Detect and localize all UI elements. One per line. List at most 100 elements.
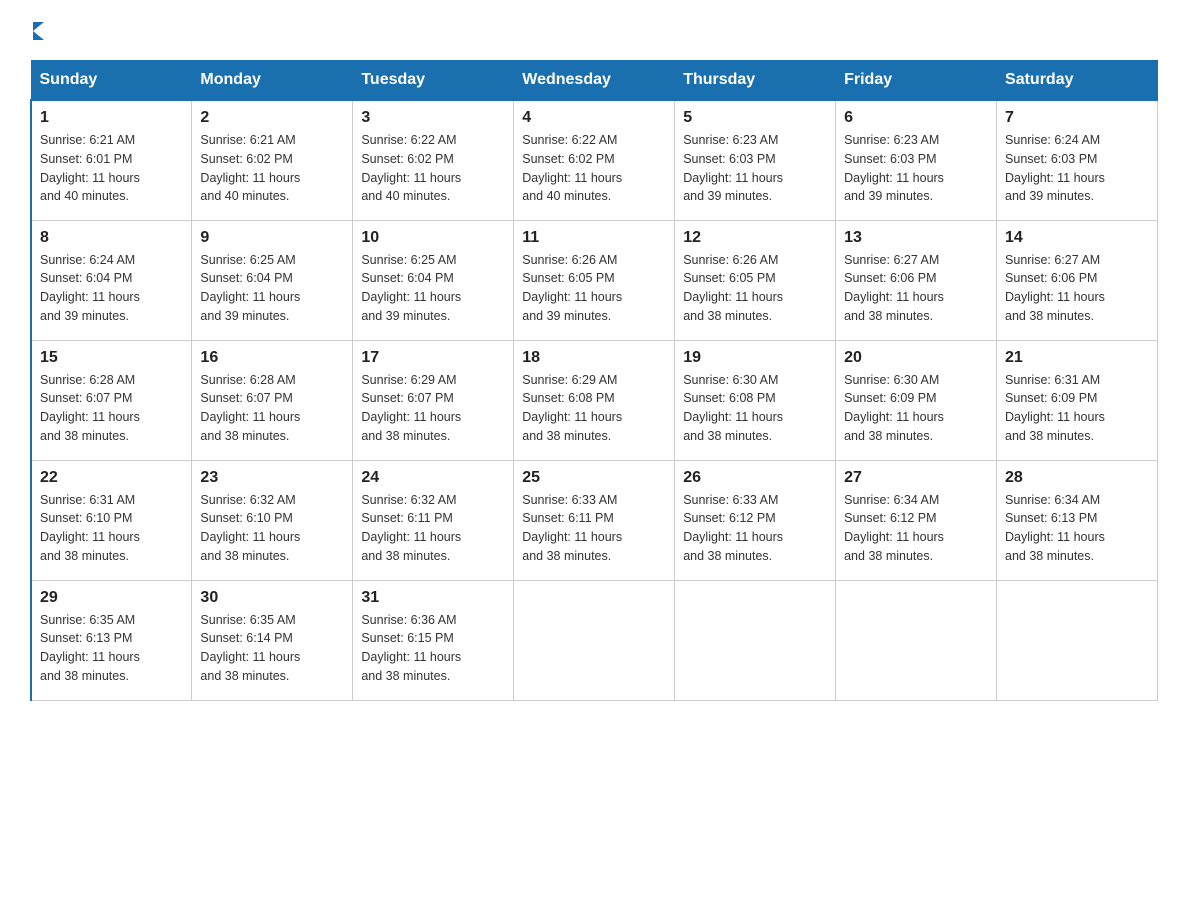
column-header-friday: Friday [836, 61, 997, 101]
day-number: 18 [522, 349, 666, 367]
day-info: Sunrise: 6:35 AMSunset: 6:14 PMDaylight:… [200, 611, 344, 686]
day-info: Sunrise: 6:28 AMSunset: 6:07 PMDaylight:… [40, 371, 183, 446]
day-info: Sunrise: 6:25 AMSunset: 6:04 PMDaylight:… [361, 251, 505, 326]
calendar-day-cell: 21 Sunrise: 6:31 AMSunset: 6:09 PMDayligh… [997, 340, 1158, 460]
day-number: 8 [40, 229, 183, 247]
calendar-day-cell: 30 Sunrise: 6:35 AMSunset: 6:14 PMDayligh… [192, 580, 353, 700]
day-info: Sunrise: 6:25 AMSunset: 6:04 PMDaylight:… [200, 251, 344, 326]
day-number: 19 [683, 349, 827, 367]
day-number: 10 [361, 229, 505, 247]
day-number: 23 [200, 469, 344, 487]
day-info: Sunrise: 6:23 AMSunset: 6:03 PMDaylight:… [844, 131, 988, 206]
day-number: 9 [200, 229, 344, 247]
day-number: 22 [40, 469, 183, 487]
day-info: Sunrise: 6:26 AMSunset: 6:05 PMDaylight:… [522, 251, 666, 326]
day-number: 21 [1005, 349, 1149, 367]
calendar-day-cell: 24 Sunrise: 6:32 AMSunset: 6:11 PMDayligh… [353, 460, 514, 580]
calendar-day-cell: 8 Sunrise: 6:24 AMSunset: 6:04 PMDaylight… [31, 220, 192, 340]
day-number: 5 [683, 109, 827, 127]
day-info: Sunrise: 6:33 AMSunset: 6:12 PMDaylight:… [683, 491, 827, 566]
day-number: 20 [844, 349, 988, 367]
calendar-header-row: SundayMondayTuesdayWednesdayThursdayFrid… [31, 61, 1158, 101]
calendar-day-cell: 6 Sunrise: 6:23 AMSunset: 6:03 PMDaylight… [836, 100, 997, 220]
day-info: Sunrise: 6:21 AMSunset: 6:01 PMDaylight:… [40, 131, 183, 206]
day-info: Sunrise: 6:32 AMSunset: 6:10 PMDaylight:… [200, 491, 344, 566]
day-number: 17 [361, 349, 505, 367]
calendar-week-row: 29Sunrise: 6:35 AMSunset: 6:13 PMDayligh… [31, 580, 1158, 700]
day-number: 30 [200, 589, 344, 607]
day-number: 6 [844, 109, 988, 127]
day-number: 25 [522, 469, 666, 487]
column-header-tuesday: Tuesday [353, 61, 514, 101]
day-number: 14 [1005, 229, 1149, 247]
day-info: Sunrise: 6:21 AMSunset: 6:02 PMDaylight:… [200, 131, 344, 206]
day-info: Sunrise: 6:31 AMSunset: 6:09 PMDaylight:… [1005, 371, 1149, 446]
day-info: Sunrise: 6:22 AMSunset: 6:02 PMDaylight:… [361, 131, 505, 206]
page-header [30, 20, 1158, 40]
calendar-week-row: 22 Sunrise: 6:31 AMSunset: 6:10 PMDayligh… [31, 460, 1158, 580]
calendar-table: SundayMondayTuesdayWednesdayThursdayFrid… [30, 60, 1158, 701]
calendar-day-cell: 1Sunrise: 6:21 AMSunset: 6:01 PMDaylight… [31, 100, 192, 220]
empty-day-cell [836, 580, 997, 700]
day-info: Sunrise: 6:28 AMSunset: 6:07 PMDaylight:… [200, 371, 344, 446]
day-info: Sunrise: 6:24 AMSunset: 6:03 PMDaylight:… [1005, 131, 1149, 206]
calendar-day-cell: 17 Sunrise: 6:29 AMSunset: 6:07 PMDayligh… [353, 340, 514, 460]
day-info: Sunrise: 6:27 AMSunset: 6:06 PMDaylight:… [844, 251, 988, 326]
day-number: 4 [522, 109, 666, 127]
day-number: 26 [683, 469, 827, 487]
column-header-thursday: Thursday [675, 61, 836, 101]
day-info: Sunrise: 6:23 AMSunset: 6:03 PMDaylight:… [683, 131, 827, 206]
day-info: Sunrise: 6:32 AMSunset: 6:11 PMDaylight:… [361, 491, 505, 566]
calendar-day-cell: 18Sunrise: 6:29 AMSunset: 6:08 PMDayligh… [514, 340, 675, 460]
day-info: Sunrise: 6:34 AMSunset: 6:12 PMDaylight:… [844, 491, 988, 566]
calendar-day-cell: 9 Sunrise: 6:25 AMSunset: 6:04 PMDaylight… [192, 220, 353, 340]
day-number: 7 [1005, 109, 1149, 127]
day-number: 11 [522, 229, 666, 247]
day-number: 24 [361, 469, 505, 487]
day-info: Sunrise: 6:24 AMSunset: 6:04 PMDaylight:… [40, 251, 183, 326]
calendar-day-cell: 12 Sunrise: 6:26 AMSunset: 6:05 PMDayligh… [675, 220, 836, 340]
calendar-day-cell: 20 Sunrise: 6:30 AMSunset: 6:09 PMDayligh… [836, 340, 997, 460]
logo-triangle-top [33, 22, 44, 31]
calendar-week-row: 8 Sunrise: 6:24 AMSunset: 6:04 PMDaylight… [31, 220, 1158, 340]
calendar-week-row: 1Sunrise: 6:21 AMSunset: 6:01 PMDaylight… [31, 100, 1158, 220]
calendar-day-cell: 4 Sunrise: 6:22 AMSunset: 6:02 PMDaylight… [514, 100, 675, 220]
calendar-day-cell: 13Sunrise: 6:27 AMSunset: 6:06 PMDayligh… [836, 220, 997, 340]
calendar-week-row: 15 Sunrise: 6:28 AMSunset: 6:07 PMDayligh… [31, 340, 1158, 460]
column-header-monday: Monday [192, 61, 353, 101]
column-header-saturday: Saturday [997, 61, 1158, 101]
day-number: 15 [40, 349, 183, 367]
day-info: Sunrise: 6:26 AMSunset: 6:05 PMDaylight:… [683, 251, 827, 326]
day-number: 12 [683, 229, 827, 247]
calendar-day-cell: 11 Sunrise: 6:26 AMSunset: 6:05 PMDayligh… [514, 220, 675, 340]
day-number: 3 [361, 109, 505, 127]
calendar-day-cell: 26 Sunrise: 6:33 AMSunset: 6:12 PMDayligh… [675, 460, 836, 580]
day-info: Sunrise: 6:22 AMSunset: 6:02 PMDaylight:… [522, 131, 666, 206]
calendar-day-cell: 27 Sunrise: 6:34 AMSunset: 6:12 PMDayligh… [836, 460, 997, 580]
day-info: Sunrise: 6:31 AMSunset: 6:10 PMDaylight:… [40, 491, 183, 566]
calendar-day-cell: 16 Sunrise: 6:28 AMSunset: 6:07 PMDayligh… [192, 340, 353, 460]
calendar-day-cell: 2Sunrise: 6:21 AMSunset: 6:02 PMDaylight… [192, 100, 353, 220]
day-number: 27 [844, 469, 988, 487]
calendar-day-cell: 15 Sunrise: 6:28 AMSunset: 6:07 PMDayligh… [31, 340, 192, 460]
day-number: 16 [200, 349, 344, 367]
calendar-day-cell: 14Sunrise: 6:27 AMSunset: 6:06 PMDayligh… [997, 220, 1158, 340]
day-info: Sunrise: 6:29 AMSunset: 6:07 PMDaylight:… [361, 371, 505, 446]
calendar-day-cell: 25Sunrise: 6:33 AMSunset: 6:11 PMDayligh… [514, 460, 675, 580]
day-info: Sunrise: 6:30 AMSunset: 6:09 PMDaylight:… [844, 371, 988, 446]
day-number: 31 [361, 589, 505, 607]
day-info: Sunrise: 6:35 AMSunset: 6:13 PMDaylight:… [40, 611, 183, 686]
calendar-day-cell: 23 Sunrise: 6:32 AMSunset: 6:10 PMDayligh… [192, 460, 353, 580]
logo [30, 20, 44, 40]
empty-day-cell [514, 580, 675, 700]
calendar-day-cell: 22 Sunrise: 6:31 AMSunset: 6:10 PMDayligh… [31, 460, 192, 580]
calendar-day-cell: 10 Sunrise: 6:25 AMSunset: 6:04 PMDayligh… [353, 220, 514, 340]
calendar-day-cell: 28Sunrise: 6:34 AMSunset: 6:13 PMDayligh… [997, 460, 1158, 580]
empty-day-cell [675, 580, 836, 700]
calendar-day-cell: 19 Sunrise: 6:30 AMSunset: 6:08 PMDayligh… [675, 340, 836, 460]
column-header-wednesday: Wednesday [514, 61, 675, 101]
day-info: Sunrise: 6:30 AMSunset: 6:08 PMDaylight:… [683, 371, 827, 446]
day-info: Sunrise: 6:36 AMSunset: 6:15 PMDaylight:… [361, 611, 505, 686]
calendar-day-cell: 7 Sunrise: 6:24 AMSunset: 6:03 PMDaylight… [997, 100, 1158, 220]
logo-triangle-bottom [33, 31, 44, 40]
